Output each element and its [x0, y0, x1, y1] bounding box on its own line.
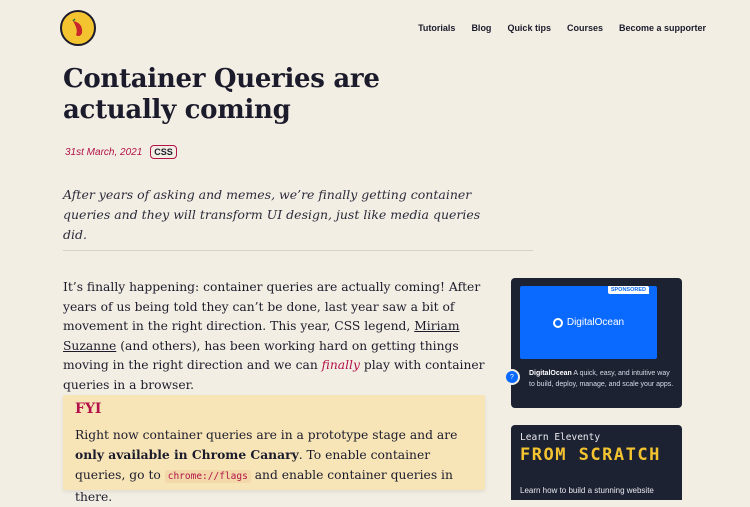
course-title: FROM SCRATCH — [520, 445, 661, 465]
course-eyebrow: Learn Eleventy — [520, 432, 601, 443]
ad-description: DigitalOcean A quick, easy, and intuitiv… — [529, 370, 674, 388]
digitalocean-banner-brand: DigitalOcean — [566, 317, 625, 328]
nav-courses[interactable]: Courses — [567, 23, 603, 33]
article-date: 31st March, 2021 — [65, 146, 143, 158]
sponsor-ad-card[interactable]: DigitalOcean SPONSORED ? DigitalOcean A … — [504, 278, 682, 408]
article-intro: It’s finally happening: container querie… — [63, 280, 485, 392]
digitalocean-logo-icon — [552, 317, 563, 328]
divider — [63, 250, 533, 251]
article-title: Container Queries are actually coming — [63, 64, 380, 125]
course-description: Learn how to build a stunning website — [520, 486, 654, 495]
ad-brand[interactable]: DigitalOcean — [529, 370, 572, 377]
emphasis-finally: finally — [321, 358, 360, 372]
nav-blog[interactable]: Blog — [471, 23, 491, 33]
course-promo-card[interactable]: Learn Eleventy FROM SCRATCH Learn how to… — [511, 425, 682, 500]
digitalocean-banner[interactable]: DigitalOcean SPONSORED — [520, 286, 657, 359]
fyi-heading: FYI — [75, 401, 102, 417]
fyi-callout: FYI Right now container queries are in a… — [63, 395, 485, 504]
ad-info-icon[interactable]: ? — [504, 369, 520, 385]
article-summary: After years of asking and memes, we’re f… — [63, 187, 481, 242]
fyi-text: Right now container queries are in a pro… — [75, 428, 458, 504]
nav-tutorials[interactable]: Tutorials — [418, 23, 455, 33]
tag-css[interactable]: CSS — [150, 145, 177, 159]
site-logo[interactable] — [60, 10, 96, 46]
nav-quick-tips[interactable]: Quick tips — [507, 23, 551, 33]
nav-become-supporter[interactable]: Become a supporter — [619, 23, 706, 33]
sponsored-label: SPONSORED — [607, 286, 649, 294]
pepper-icon — [72, 18, 83, 37]
main-nav: Tutorials Blog Quick tips Courses Become… — [418, 23, 706, 33]
chrome-flags-code: chrome://flags — [164, 470, 251, 483]
article-meta: 31st March, 2021 CSS — [65, 145, 177, 159]
fyi-strong: only available in Chrome Canary — [75, 447, 299, 462]
